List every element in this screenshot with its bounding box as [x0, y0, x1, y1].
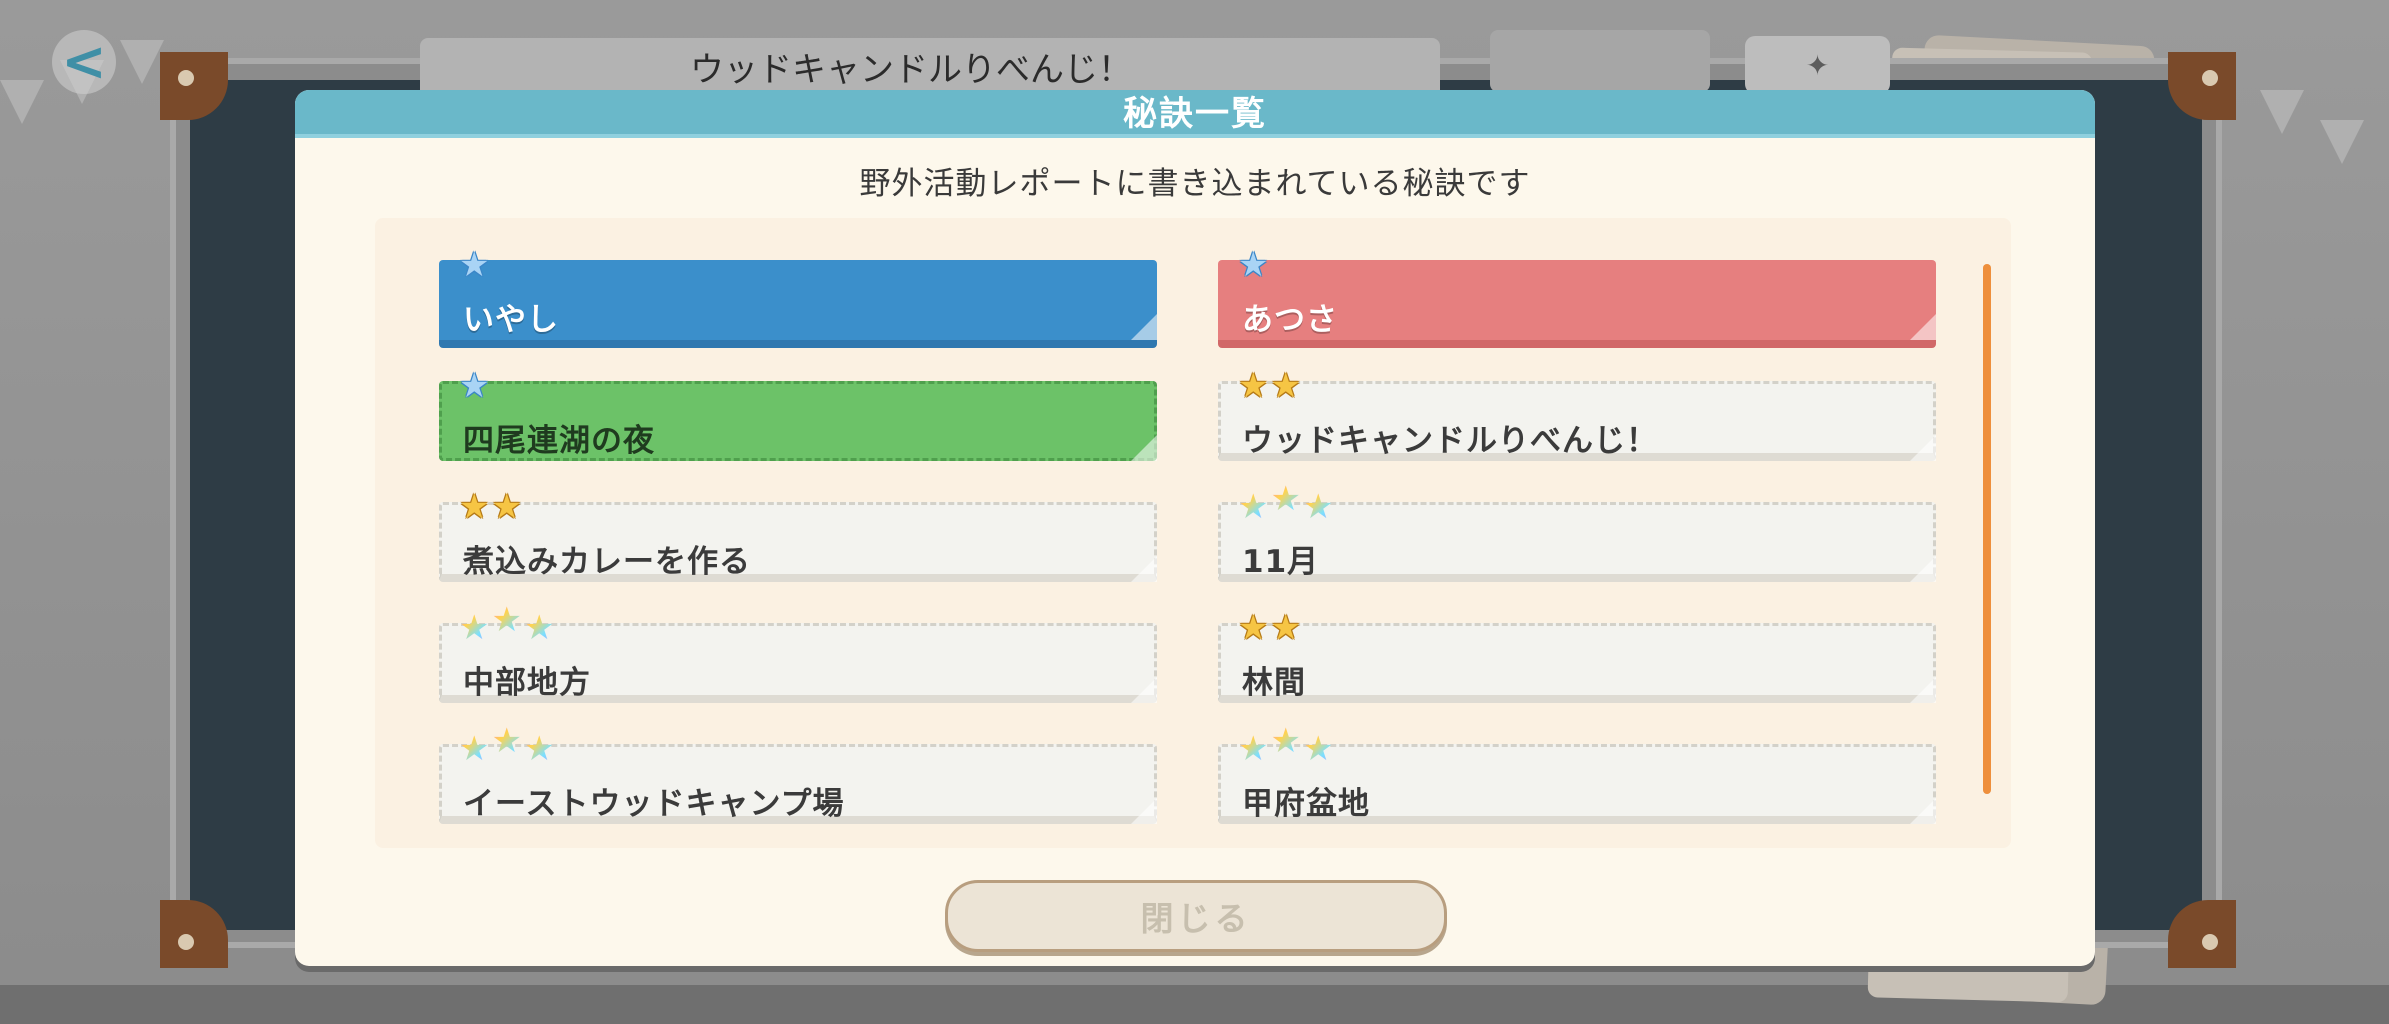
rarity-stars: ★ ★ ★ — [459, 724, 555, 769]
secret-card[interactable]: ★ ★ ★ 中部地方 — [439, 603, 1157, 703]
gold-star-icon: ★ — [1270, 366, 1301, 406]
rainbow-star-icon: ★ — [523, 729, 555, 769]
rainbow-star-icon: ★ — [1238, 487, 1269, 527]
scrollbar[interactable] — [1983, 264, 1991, 794]
blue-star-icon: ★ — [459, 245, 490, 285]
gold-star-icon: ★ — [1270, 608, 1301, 648]
rainbow-star-icon: ★ — [1270, 482, 1300, 524]
card-fold-corner — [1910, 798, 1936, 824]
rarity-stars: ★ ★ — [1238, 369, 1301, 403]
secret-card[interactable]: ★ ★ ★ イーストウッドキャンプ場 — [439, 724, 1157, 824]
close-button[interactable]: 閉じる — [945, 880, 1447, 952]
blue-star-icon: ★ — [1238, 245, 1269, 285]
blue-star-icon: ★ — [459, 366, 490, 406]
gold-star-icon: ★ — [459, 487, 490, 527]
rarity-stars: ★ ★ — [1238, 611, 1301, 645]
secret-name: 11月 — [1242, 544, 1320, 580]
rarity-stars: ★ ★ ★ — [1238, 482, 1334, 527]
secret-card[interactable]: ★ ★ ★ 11月 — [1218, 482, 1936, 582]
secret-card-bar — [1218, 623, 1936, 703]
report-title: ウッドキャンドルりべんじ！ — [690, 50, 1132, 90]
secret-name: 煮込みカレーを作る — [463, 544, 751, 580]
rainbow-star-icon: ★ — [1302, 729, 1334, 769]
rainbow-star-icon: ★ — [459, 729, 490, 769]
rarity-stars: ★ ★ — [459, 490, 522, 524]
bunting-flag — [0, 80, 44, 124]
secret-name: あつさ — [1242, 302, 1338, 338]
rainbow-star-icon: ★ — [1270, 724, 1300, 766]
bunting-flag — [2320, 120, 2364, 164]
rarity-stars: ★ ★ ★ — [1238, 724, 1334, 769]
rainbow-star-icon: ★ — [491, 603, 521, 645]
secret-card[interactable]: ★ 四尾連湖の夜 — [439, 369, 1157, 461]
bunting-flag — [2260, 90, 2304, 134]
secret-name: 林間 — [1242, 665, 1306, 701]
secret-name: いやし — [463, 302, 559, 338]
sparkle-sticker-button[interactable]: ✦ — [1745, 36, 1890, 94]
card-fold-corner — [1910, 556, 1936, 582]
secret-card[interactable]: ★ ★ 煮込みカレーを作る — [439, 490, 1157, 582]
secrets-modal: 秘訣一覧 野外活動レポートに書き込まれている秘訣です ★ いやし ★ あつさ ★ 四尾連湖… — [295, 90, 2095, 966]
rainbow-star-icon: ★ — [1238, 729, 1269, 769]
scrollbar-thumb[interactable] — [1983, 264, 1991, 794]
sticker-decoration — [1490, 30, 1710, 92]
secret-name: 甲府盆地 — [1242, 786, 1370, 822]
secret-name: 中部地方 — [463, 665, 591, 701]
modal-title: 秘訣一覧 — [1123, 94, 1267, 134]
secret-card[interactable]: ★ ★ 林間 — [1218, 611, 1936, 703]
rainbow-star-icon: ★ — [523, 608, 555, 648]
secret-card[interactable]: ★ ★ ウッドキャンドルりべんじ！ — [1218, 369, 1936, 461]
card-fold-corner — [1131, 435, 1157, 461]
secret-name: イーストウッドキャンプ場 — [463, 786, 845, 822]
bunting-flag — [120, 40, 164, 84]
card-fold-corner — [1910, 677, 1936, 703]
card-fold-corner — [1131, 798, 1157, 824]
sparkle-icon: ✦ — [1805, 48, 1830, 82]
card-fold-corner — [1131, 314, 1157, 340]
secret-name: ウッドキャンドルりべんじ！ — [1242, 423, 1658, 459]
rainbow-star-icon: ★ — [491, 724, 521, 766]
rarity-stars: ★ — [459, 248, 489, 282]
gold-star-icon: ★ — [1238, 366, 1269, 406]
gold-star-icon: ★ — [491, 487, 522, 527]
card-fold-corner — [1131, 556, 1157, 582]
secret-name: 四尾連湖の夜 — [463, 423, 655, 459]
gold-star-icon: ★ — [1238, 608, 1269, 648]
rarity-stars: ★ — [459, 369, 489, 403]
secret-card[interactable]: ★ あつさ — [1218, 248, 1936, 348]
rainbow-star-icon: ★ — [459, 608, 490, 648]
rainbow-star-icon: ★ — [1302, 487, 1334, 527]
rarity-stars: ★ — [1238, 248, 1268, 282]
rarity-stars: ★ ★ ★ — [459, 603, 555, 648]
modal-subtitle: 野外活動レポートに書き込まれている秘訣です — [859, 166, 1531, 202]
card-fold-corner — [1131, 677, 1157, 703]
card-fold-corner — [1910, 435, 1936, 461]
back-arrow-icon: < — [61, 30, 107, 93]
secret-card[interactable]: ★ いやし — [439, 248, 1157, 348]
secret-card[interactable]: ★ ★ ★ 甲府盆地 — [1218, 724, 1936, 824]
back-button[interactable]: < — [52, 30, 116, 94]
card-fold-corner — [1910, 314, 1936, 340]
